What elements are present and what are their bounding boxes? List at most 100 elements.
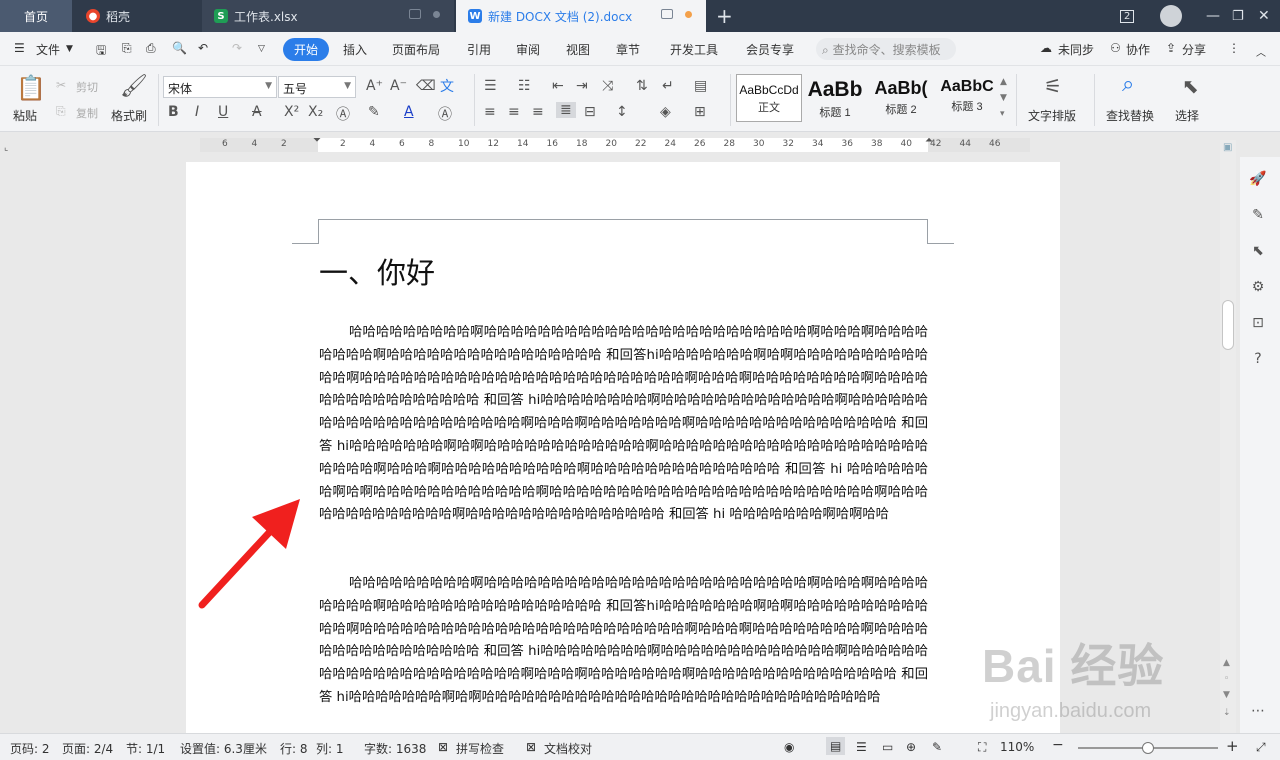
table-icon[interactable]: ▤ — [694, 78, 707, 94]
paste-button[interactable]: 粘贴 — [13, 107, 37, 124]
more-options-icon[interactable]: ⋮ — [1228, 41, 1240, 55]
font-color-icon[interactable]: A — [404, 104, 414, 120]
format-painter-icon[interactable]: 🖌 — [120, 74, 148, 99]
menu-member[interactable]: 会员专享 — [746, 41, 794, 58]
borders-icon[interactable]: ⊞ — [694, 104, 706, 120]
collab-button[interactable]: 协作 — [1126, 41, 1150, 58]
style-normal[interactable]: AaBbCcDd 正文 — [736, 74, 802, 122]
distribute-icon[interactable]: ⊟ — [584, 104, 596, 120]
zoom-slider-thumb[interactable] — [1142, 742, 1154, 754]
find-replace-icon[interactable]: ⌕ — [1122, 72, 1134, 97]
menu-insert[interactable]: 插入 — [343, 41, 367, 58]
style-heading-2[interactable]: AaBb( 标题 2 — [868, 74, 934, 122]
align-left-icon[interactable]: ≡ — [484, 104, 496, 120]
outline-view-icon[interactable]: ☰ — [856, 740, 867, 754]
share-button[interactable]: 分享 — [1182, 41, 1206, 58]
justify-icon[interactable]: ≣ — [556, 102, 576, 118]
zoom-out-icon[interactable]: − — [1052, 737, 1064, 753]
document-heading[interactable]: 一、你好 — [319, 250, 435, 292]
show-marks-icon[interactable]: ↵ — [662, 78, 674, 94]
subscript-icon[interactable]: X₂ — [308, 104, 323, 120]
find-replace-button[interactable]: 查找替换 — [1106, 107, 1154, 124]
align-right-icon[interactable]: ≡ — [532, 104, 544, 120]
style-heading-3[interactable]: AaBbC 标题 3 — [934, 74, 1000, 122]
superscript-icon[interactable]: X² — [284, 104, 299, 120]
cut-icon[interactable]: ✂ — [56, 78, 66, 92]
zoom-slider[interactable] — [1078, 742, 1218, 754]
pen-icon[interactable]: ✎ — [1248, 207, 1268, 227]
status-word-count[interactable]: 字数: 1638 — [364, 740, 426, 757]
right-indent-marker-icon[interactable]: ⏶ — [925, 135, 933, 146]
cut-label[interactable]: 剪切 — [76, 79, 98, 95]
document-paragraph[interactable]: 哈哈哈哈哈哈哈哈哈啊哈哈哈哈哈哈哈哈哈哈哈哈哈哈哈哈哈哈哈哈哈哈哈哈啊哈哈哈啊哈… — [319, 573, 928, 710]
inbox-icon[interactable]: ⊡ — [1248, 315, 1268, 335]
scrollbar-thumb[interactable] — [1222, 300, 1234, 350]
redo-icon[interactable]: ↷ — [232, 41, 242, 55]
status-page[interactable]: 页面: 2/4 — [62, 740, 113, 757]
fullscreen-icon[interactable]: ⤢ — [1256, 740, 1266, 755]
window-icon[interactable] — [661, 9, 673, 19]
tab-sheet[interactable]: S 工作表.xlsx — [202, 0, 454, 32]
indent-icon[interactable]: ⇥ — [576, 78, 588, 94]
window-icon[interactable] — [409, 9, 421, 19]
status-page-code[interactable]: 页码: 2 — [10, 740, 50, 757]
status-setting[interactable]: 设置值: 6.3厘米 — [180, 740, 267, 757]
minimize-icon[interactable]: — — [1206, 0, 1220, 32]
export-icon[interactable]: ⎘ — [122, 41, 132, 56]
layout-view-icon[interactable]: ▭ — [882, 740, 893, 754]
numbered-list-icon[interactable]: ☷ — [518, 78, 531, 94]
help-icon[interactable]: ? — [1248, 351, 1268, 371]
italic-icon[interactable]: I — [195, 104, 199, 120]
page-view-icon[interactable]: ▤ — [826, 737, 846, 755]
restore-icon[interactable]: ❐ — [1232, 0, 1244, 32]
clear-format-icon[interactable]: ⌫ — [416, 78, 436, 94]
menu-file[interactable]: 文件 — [36, 41, 60, 58]
fit-page-icon[interactable]: ⛶ — [978, 740, 986, 755]
font-size-select[interactable]: 五号 ▼ — [278, 76, 356, 98]
select-button[interactable]: 选择 — [1175, 107, 1199, 124]
save-icon[interactable]: 🖫 — [96, 41, 106, 62]
font-family-select[interactable]: 宋体 ▼ — [163, 76, 277, 98]
unsaved-dot-icon[interactable] — [685, 10, 692, 18]
chinese-layout-icon[interactable]: ⤨ — [602, 78, 613, 94]
undo-icon[interactable]: ↶ — [198, 41, 208, 55]
web-view-icon[interactable]: ⊕ — [906, 740, 916, 754]
spell-check-button[interactable]: 拼写检查 — [456, 740, 504, 757]
style-heading-1[interactable]: AaBb 标题 1 — [802, 74, 868, 122]
chevron-down-icon[interactable]: ▼ — [66, 44, 73, 54]
document-page[interactable]: 一、你好 哈哈哈哈哈哈哈哈哈啊哈哈哈哈哈哈哈哈哈哈哈哈哈哈哈哈哈哈哈哈哈哈哈哈啊… — [186, 162, 1060, 733]
hamburger-icon[interactable]: ☰ — [14, 41, 25, 55]
zoom-level[interactable]: 110% — [1000, 740, 1034, 754]
menu-start[interactable]: 开始 — [283, 38, 330, 61]
sync-status[interactable]: 未同步 — [1058, 41, 1094, 58]
command-search-input[interactable]: ⌕ 查找命令、搜索模板 — [816, 38, 956, 60]
menu-reference[interactable]: 引用 — [467, 41, 491, 58]
menu-layout[interactable]: 页面布局 — [392, 41, 440, 58]
more-dots-icon[interactable]: ⋯ — [1248, 703, 1268, 723]
format-painter-button[interactable]: 格式刷 — [111, 107, 147, 124]
status-section[interactable]: 节: 1/1 — [126, 740, 165, 757]
select-icon[interactable]: ⬉ — [1182, 74, 1199, 98]
avatar[interactable] — [1160, 0, 1182, 32]
tab-stop-icon[interactable]: ⌞ — [4, 143, 8, 153]
indent-marker-icon[interactable]: ⏷ — [313, 135, 321, 146]
print-icon[interactable]: ⎙ — [146, 41, 156, 56]
shading-icon[interactable]: ◈ — [660, 104, 671, 120]
more-chevron-icon[interactable]: ▽ — [258, 44, 265, 54]
tab-doc[interactable]: W 新建 DOCX 文档 (2).docx — [456, 0, 706, 32]
horizontal-ruler[interactable]: ⌞ 6 4 2 2 4 6 8 10 12 14 16 18 20 22 24 26 28 30 32 34 36 38 4… — [0, 133, 1280, 157]
sliders-icon[interactable]: ⚙ — [1248, 279, 1268, 299]
write-mode-icon[interactable]: ✎ — [932, 740, 942, 754]
menu-view[interactable]: 视图 — [566, 41, 590, 58]
sort-icon[interactable]: ⇅ — [636, 78, 648, 94]
tab-home[interactable]: 首页 — [0, 0, 72, 32]
paste-icon[interactable]: 📋 — [16, 74, 46, 102]
menu-developer[interactable]: 开发工具 — [670, 41, 718, 58]
copy-label[interactable]: 复制 — [76, 105, 98, 121]
text-effect-icon[interactable]: Ⓐ — [336, 104, 350, 124]
copy-icon[interactable]: ⎘ — [56, 104, 66, 119]
collapse-ribbon-icon[interactable]: ︿ — [1256, 44, 1266, 59]
close-dot-icon[interactable] — [433, 10, 440, 18]
bullet-list-icon[interactable]: ☰ — [484, 78, 497, 94]
tab-daoke[interactable]: ● 稻壳 — [74, 0, 200, 32]
